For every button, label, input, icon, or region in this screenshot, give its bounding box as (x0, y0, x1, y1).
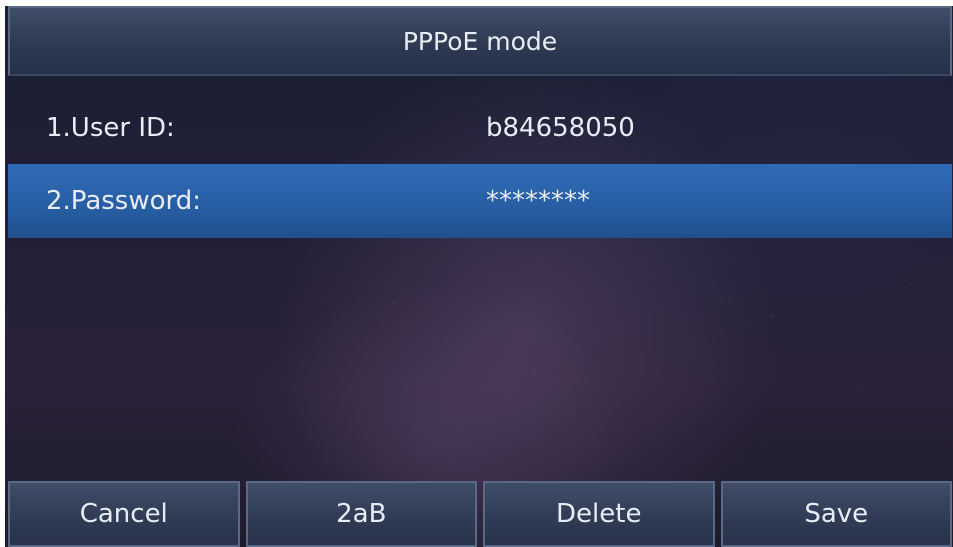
delete-button-label: Delete (556, 499, 642, 529)
page-title: PPPoE mode (402, 26, 558, 56)
password-field[interactable]: ******** (486, 186, 590, 216)
user-id-row[interactable]: 1.User ID: b84658050 (8, 91, 952, 166)
input-mode-button[interactable]: 2aB (245, 481, 477, 547)
starry-background (5, 6, 953, 547)
save-button[interactable]: Save (720, 481, 952, 547)
password-row[interactable]: 2.Password: ******** (8, 164, 952, 238)
save-button-label: Save (804, 499, 869, 529)
user-id-field[interactable]: b84658050 (486, 113, 635, 143)
delete-button[interactable]: Delete (483, 481, 715, 547)
user-id-label: 1.User ID: (46, 113, 175, 143)
cancel-button[interactable]: Cancel (8, 481, 240, 547)
password-label: 2.Password: (46, 186, 202, 216)
softkey-bar: Cancel 2aB Delete Save (8, 481, 952, 547)
phone-screen: PPPoE mode 1.User ID: b84658050 2.Passwo… (5, 6, 953, 547)
cancel-button-label: Cancel (79, 499, 168, 529)
title-bar: PPPoE mode (8, 6, 952, 76)
input-mode-button-label: 2aB (336, 499, 387, 529)
